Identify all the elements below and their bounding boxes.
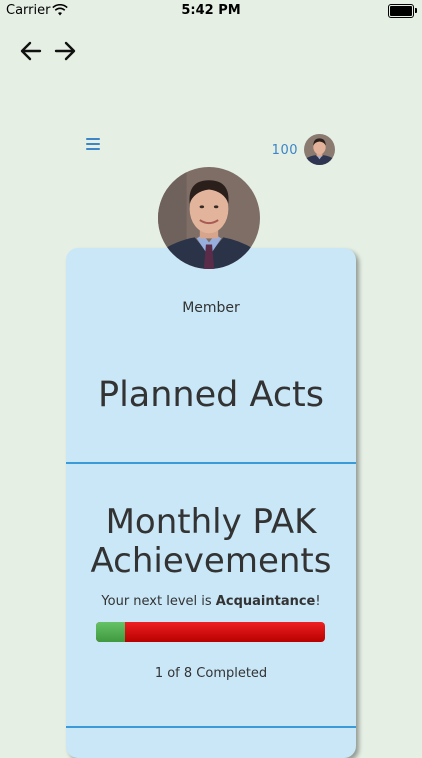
next-level-text: Your next level is Acquaintance!	[66, 594, 356, 609]
arrow-left-icon[interactable]	[18, 38, 44, 64]
next-level-suffix: !	[315, 594, 321, 609]
monthly-title-line2: Achievements	[90, 541, 332, 581]
profile-photo	[158, 167, 260, 269]
planned-acts-heading[interactable]: Planned Acts	[66, 375, 356, 415]
achievement-progress-bar	[96, 622, 325, 642]
next-level-prefix: Your next level is	[101, 594, 216, 609]
divider	[66, 726, 356, 728]
status-bar: Carrier 5:42 PM	[0, 0, 422, 22]
clock: 5:42 PM	[181, 3, 241, 18]
monthly-title-line1: Monthly PAK	[105, 502, 317, 542]
arrow-right-icon[interactable]	[52, 38, 78, 64]
hamburger-menu-icon[interactable]	[86, 138, 100, 152]
points-count: 100	[271, 143, 298, 158]
profile-card: Member Planned Acts Monthly PAK Achievem…	[66, 248, 356, 758]
battery-icon	[388, 4, 417, 18]
avatar[interactable]	[304, 134, 335, 165]
monthly-achievements-heading: Monthly PAK Achievements	[76, 503, 346, 581]
progress-fill	[96, 622, 125, 642]
completed-count: 1 of 8 Completed	[154, 666, 268, 681]
next-level-name: Acquaintance	[215, 594, 316, 609]
member-role-label: Member	[182, 300, 240, 316]
divider	[66, 462, 356, 464]
